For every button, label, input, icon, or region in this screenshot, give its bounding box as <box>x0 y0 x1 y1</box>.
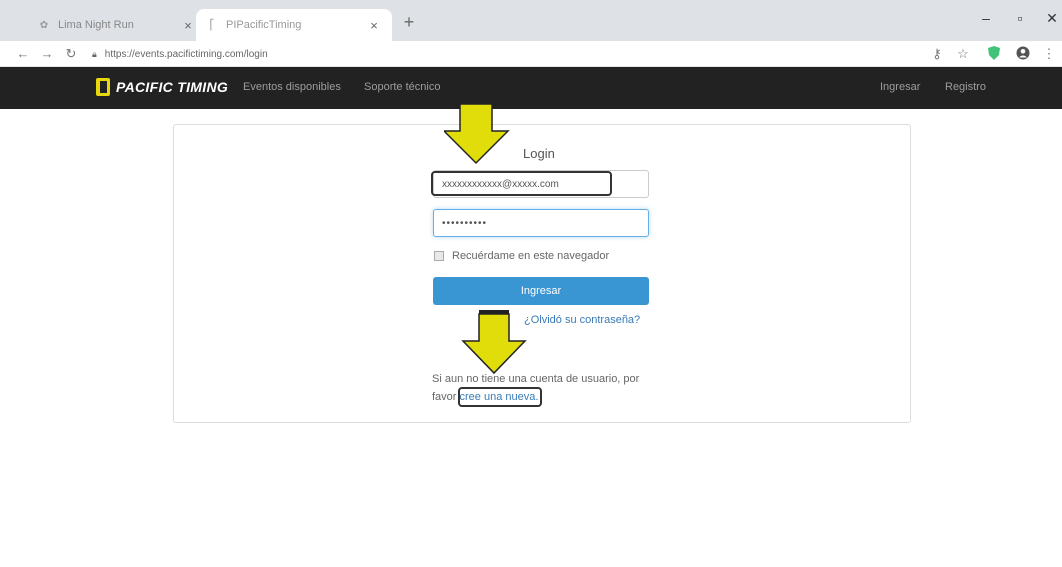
lock-icon: 🔒︎ <box>92 48 97 59</box>
key-icon[interactable]: ⚷ <box>928 46 946 62</box>
remember-label: Recuérdame en este navegador <box>452 250 610 262</box>
create-account-annotation-box <box>458 387 542 407</box>
brand-name: PACIFIC TIMING <box>116 79 229 95</box>
browser-tab-active[interactable]: ⎡ PIPacificTiming × <box>196 9 392 41</box>
reload-icon[interactable]: ↻ <box>62 45 80 63</box>
password-field[interactable]: •••••••••• <box>433 209 649 237</box>
tab-title: Lima Night Run <box>58 19 134 31</box>
shield-extension-icon[interactable] <box>985 46 1003 64</box>
close-tab-icon[interactable]: × <box>366 18 382 33</box>
arrow-left-icon[interactable]: ← <box>14 45 32 63</box>
nav-soporte-tecnico[interactable]: Soporte técnico <box>364 81 440 93</box>
nav-ingresar[interactable]: Ingresar <box>880 81 920 93</box>
kebab-menu-icon[interactable]: ⋮ <box>1040 46 1058 62</box>
nav-registro[interactable]: Registro <box>945 81 986 93</box>
forgot-password-link[interactable]: ¿Olvidó su contraseña? <box>524 314 640 326</box>
page-icon: ⎡ <box>209 19 215 31</box>
annotation-arrow-down-icon <box>444 100 510 165</box>
minimize-icon[interactable]: – <box>974 10 998 26</box>
close-tab-icon[interactable]: × <box>180 18 196 33</box>
site-navbar: PACIFIC TIMING Eventos disponibles Sopor… <box>0 67 1062 109</box>
pacific-timing-logo-icon <box>96 78 110 96</box>
account-icon[interactable] <box>1014 46 1032 64</box>
remember-checkbox[interactable] <box>434 251 444 261</box>
brand-logo[interactable]: PACIFIC TIMING <box>96 78 228 96</box>
url-text: https://events.pacifictiming.com/login <box>104 48 268 60</box>
new-tab-button[interactable]: + <box>398 12 420 32</box>
browser-toolbar: ← → ↻ 🔒︎ https://events.pacifictiming.co… <box>0 41 1062 67</box>
tab-title: PIPacificTiming <box>226 19 302 31</box>
password-value: •••••••••• <box>442 217 488 229</box>
email-annotation-box <box>431 171 612 196</box>
browser-tab-strip: ✿ Lima Night Run × ⎡ PIPacificTiming × +… <box>0 0 1062 41</box>
browser-tab[interactable]: ✿ Lima Night Run × <box>28 9 206 41</box>
star-icon[interactable]: ☆ <box>954 46 972 62</box>
close-window-icon[interactable]: ✕ <box>1040 10 1062 27</box>
login-title: Login <box>523 146 555 161</box>
address-bar[interactable]: 🔒︎ https://events.pacifictiming.com/logi… <box>92 44 922 64</box>
arrow-right-icon[interactable]: → <box>38 45 56 63</box>
restore-icon[interactable]: ▫ <box>1008 10 1032 26</box>
login-submit-button[interactable]: Ingresar <box>433 277 649 305</box>
annotation-arrow-down-icon <box>461 310 527 375</box>
remember-me[interactable]: Recuérdame en este navegador <box>434 250 609 262</box>
runner-icon: ✿ <box>39 19 49 31</box>
nav-eventos-disponibles[interactable]: Eventos disponibles <box>243 81 341 93</box>
